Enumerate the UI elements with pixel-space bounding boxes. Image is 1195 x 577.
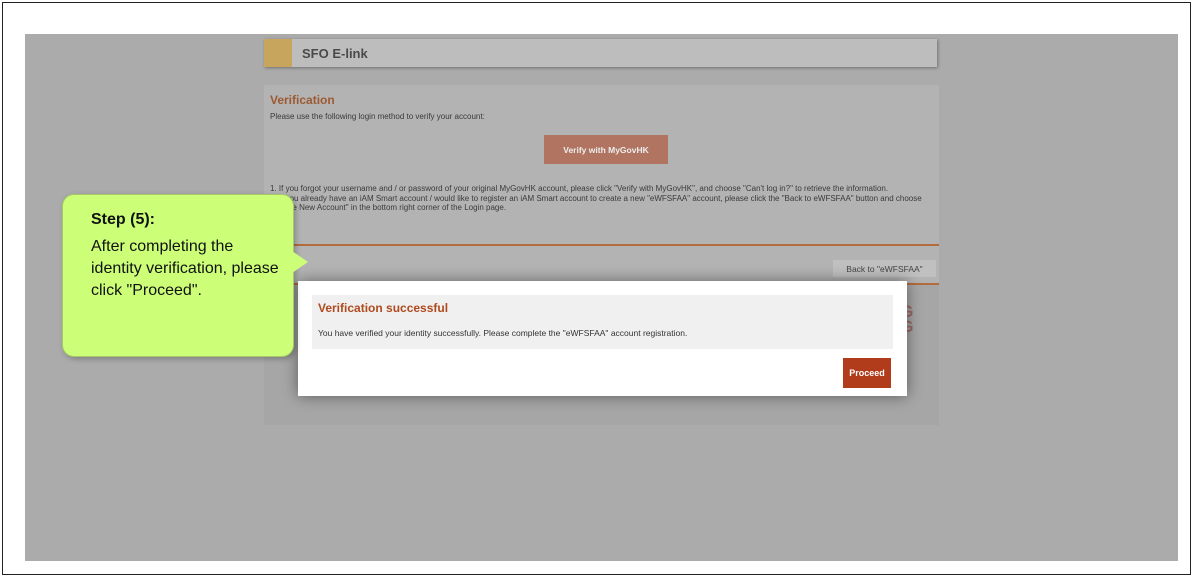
dialog-message: You have verified your identity successf… [318, 328, 688, 338]
callout-pointer [292, 251, 308, 273]
dialog-body: Verification successful You have verifie… [312, 295, 893, 349]
verification-notes: 1. If you forgot your username and / or … [270, 184, 934, 213]
divider [264, 244, 939, 246]
tutorial-frame: SFO E-link Verification Please use the f… [2, 2, 1191, 575]
note-forgot-password: 1. If you forgot your username and / or … [270, 184, 889, 193]
proceed-button[interactable]: Proceed [843, 358, 891, 388]
verification-description: Please use the following login method to… [270, 112, 485, 121]
header-accent-square [264, 39, 292, 67]
dialog-title: Verification successful [318, 301, 449, 315]
callout-instruction: After completing the identity verificati… [91, 238, 279, 299]
note-iam-smart: 2. If you already have an iAM Smart acco… [270, 193, 922, 213]
header-bar: SFO E-link [264, 39, 937, 67]
verification-title: Verification [270, 93, 335, 107]
verify-with-mygovhk-button[interactable]: Verify with MyGovHK [544, 135, 668, 164]
back-to-ewfsfaa-button[interactable]: Back to "eWFSFAA" [833, 260, 936, 277]
callout-step-label: Step (5): [91, 211, 155, 228]
verification-panel: Verification Please use the following lo… [264, 85, 939, 285]
step-callout: Step (5): After completing the identity … [62, 194, 294, 357]
header-title: SFO E-link [302, 46, 368, 61]
verification-success-dialog: Verification successful You have verifie… [298, 281, 907, 396]
